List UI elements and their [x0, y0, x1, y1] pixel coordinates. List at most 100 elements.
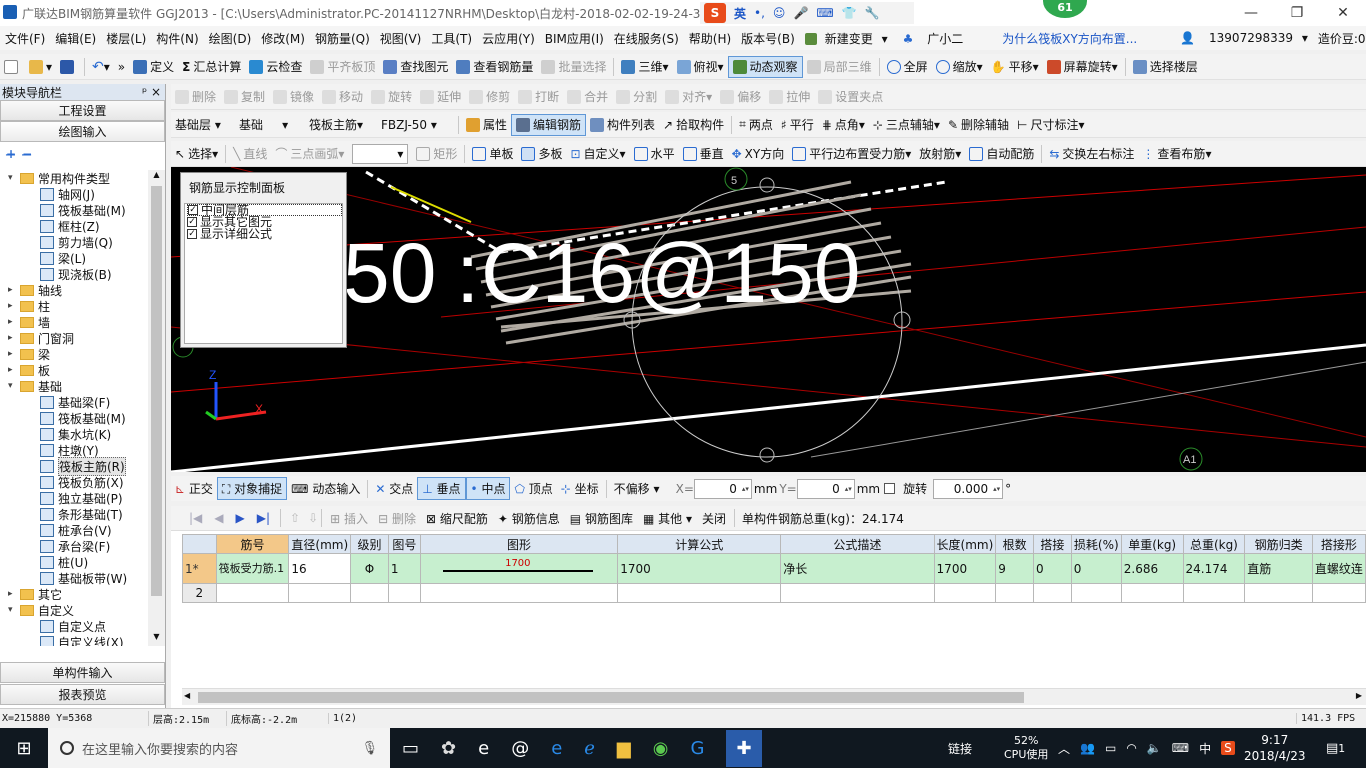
expander-icon[interactable]: ▾: [8, 173, 20, 183]
rebar-info-button[interactable]: ✦ 钢筋信息: [493, 510, 565, 527]
cell-diameter[interactable]: 16: [288, 553, 352, 584]
wifi-icon[interactable]: ◠: [1126, 741, 1136, 755]
tree-item[interactable]: ▾ 基础: [0, 378, 148, 394]
cell-formula[interactable]: 1700: [617, 553, 782, 584]
line-button[interactable]: ╲ 直线: [229, 143, 271, 165]
menu-floor[interactable]: 楼层(L): [101, 30, 151, 47]
auto-rebar-button[interactable]: 自动配筋: [965, 143, 1038, 165]
cell-formula-desc[interactable]: 净长: [780, 553, 935, 584]
tree-item[interactable]: 筏板基础(M): [0, 202, 148, 218]
cloud-check-button[interactable]: 云检查: [245, 56, 306, 78]
sogou-tray-icon[interactable]: S: [1221, 741, 1235, 755]
browser-360-icon[interactable]: ◉: [653, 738, 669, 759]
tree-item[interactable]: ▸ 梁: [0, 346, 148, 362]
expander-icon[interactable]: ▸: [8, 301, 20, 311]
snap-coordinate-button[interactable]: ⊹ 坐标: [557, 480, 603, 497]
pin-icon[interactable]: ᵖ: [142, 85, 147, 99]
cell-lap[interactable]: 0: [1033, 553, 1072, 584]
scroll-right-icon[interactable]: ▶: [1356, 691, 1362, 700]
grid-hscrollbar[interactable]: ◀ ▶: [182, 688, 1366, 705]
tree-item[interactable]: 桩(U): [0, 554, 148, 570]
multi-slab-button[interactable]: 多板: [517, 143, 566, 165]
top-view-button[interactable]: 俯视 ▾: [673, 56, 728, 78]
checkbox-checked-icon[interactable]: ✓: [187, 217, 197, 227]
cell-unit-weight[interactable]: 2.686: [1120, 553, 1184, 584]
tree-item[interactable]: ▸ 板: [0, 362, 148, 378]
snap-vertex-button[interactable]: ⬠ 顶点: [510, 480, 556, 497]
menu-view[interactable]: 视图(V): [375, 30, 427, 47]
col-header[interactable]: 图号: [387, 534, 421, 554]
swap-label-button[interactable]: ⇆ 交换左右标注: [1045, 143, 1138, 165]
tree-item[interactable]: ▾ 自定义: [0, 602, 148, 618]
dimension-button[interactable]: ⊢ 尺寸标注 ▾: [1013, 114, 1089, 136]
two-point-axis-button[interactable]: ⌗ 两点: [735, 114, 777, 136]
menu-cloud[interactable]: 云应用(Y): [477, 30, 540, 47]
checkbox-checked-icon[interactable]: ✓: [188, 205, 198, 215]
select-floor-button[interactable]: 选择楼层: [1129, 56, 1202, 78]
tree-item[interactable]: ▸ 轴线: [0, 282, 148, 298]
new-file-button[interactable]: [0, 56, 25, 78]
notify-badge[interactable]: 61: [1043, 0, 1087, 18]
user-phone[interactable]: 👤 13907298339 ▾: [1170, 31, 1313, 45]
grip-point[interactable]: [759, 447, 775, 463]
volume-icon[interactable]: 🔈: [1147, 741, 1162, 755]
table-row[interactable]: 1* 筏板受力筋.1 16 Φ 1 1700 1700 净长 1700 9 0 …: [182, 553, 1366, 584]
question-link[interactable]: 为什么筏板XY方向布置...: [997, 30, 1142, 47]
snap-perpendicular-button[interactable]: ⊥ 垂点: [417, 477, 466, 500]
col-header[interactable]: 损耗(%): [1070, 534, 1122, 554]
option-show-formula[interactable]: ✓ 显示详细公式: [187, 228, 342, 240]
xy-direction-button[interactable]: ✥ XY方向: [728, 143, 789, 165]
y-input[interactable]: 0: [796, 478, 855, 499]
trim-button[interactable]: 修剪: [465, 86, 514, 108]
tree-item[interactable]: 现浇板(B): [0, 266, 148, 282]
expand-all-icon[interactable]: +̶: [6, 147, 16, 161]
edit-rebar-button[interactable]: 编辑钢筋: [511, 113, 587, 136]
cell-category[interactable]: [1244, 583, 1313, 603]
cpu-usage[interactable]: 52% CPU使用: [1004, 728, 1048, 768]
snap-intersection-button[interactable]: ✕ 交点: [371, 480, 417, 497]
glodon-active-icon[interactable]: ✚: [726, 729, 762, 767]
drawing-viewport[interactable]: 50 : C16@150 5 A1 Z X: [171, 167, 1366, 472]
prev-record-icon[interactable]: ◀: [214, 511, 223, 525]
battery-icon[interactable]: ▭: [1105, 741, 1116, 755]
tree-item[interactable]: ▸ 墙: [0, 314, 148, 330]
cell-loss[interactable]: 0: [1070, 553, 1122, 584]
tree-item[interactable]: ▾ 常用构件类型: [0, 170, 148, 186]
stretch-button[interactable]: 拉伸: [765, 86, 814, 108]
tree-item[interactable]: 轴网(J): [0, 186, 148, 202]
object-snap-button[interactable]: ⛶ 对象捕捉: [216, 477, 288, 500]
find-element-button[interactable]: 查找图元: [379, 56, 452, 78]
menu-file[interactable]: 文件(F): [0, 30, 50, 47]
swirl-app-icon[interactable]: @: [511, 738, 529, 759]
pick-component-button[interactable]: ↗ 拾取构件: [659, 114, 728, 136]
ie-icon[interactable]: e: [551, 738, 562, 759]
custom-range-button[interactable]: ⊡ 自定义 ▾: [566, 143, 629, 165]
close-button[interactable]: ✕: [1320, 0, 1366, 26]
mirror-button[interactable]: 镜像: [269, 86, 318, 108]
offset-mode-select[interactable]: 不偏移 ▾: [610, 480, 670, 497]
tree-item[interactable]: 筏板基础(M): [0, 410, 148, 426]
clock[interactable]: 9:17 2018/4/23: [1244, 728, 1306, 768]
menu-draw[interactable]: 绘图(D): [204, 30, 257, 47]
emoji-icon[interactable]: ☺: [773, 6, 786, 20]
scroll-up-icon[interactable]: ▲: [148, 170, 165, 184]
cell-figure-no[interactable]: 1: [387, 553, 421, 584]
expander-icon[interactable]: ▸: [8, 333, 20, 343]
cell-formula-desc[interactable]: [780, 583, 935, 603]
col-header[interactable]: 筋号: [215, 534, 290, 554]
tray-link[interactable]: 链接: [948, 728, 972, 768]
scroll-thumb[interactable]: [151, 186, 162, 596]
ie2-icon[interactable]: ℯ: [584, 738, 595, 759]
local-3d-button[interactable]: 局部三维: [803, 56, 876, 78]
tree-item[interactable]: 筏板负筋(X): [0, 474, 148, 490]
ortho-button[interactable]: ⊾ 正交: [171, 480, 217, 497]
col-header[interactable]: 直径(mm): [288, 534, 352, 554]
x-input[interactable]: 0: [693, 478, 752, 499]
insert-row-button[interactable]: ⊞ 插入: [325, 510, 373, 527]
merge-button[interactable]: 合并: [563, 86, 612, 108]
pan-button[interactable]: ✋ 平移 ▾: [987, 56, 1043, 78]
type-select[interactable]: 筏板主筋 ▾: [305, 114, 377, 136]
offset-button[interactable]: 偏移: [716, 86, 765, 108]
cell-count[interactable]: [995, 583, 1035, 603]
col-header[interactable]: 总重(kg): [1182, 534, 1246, 554]
